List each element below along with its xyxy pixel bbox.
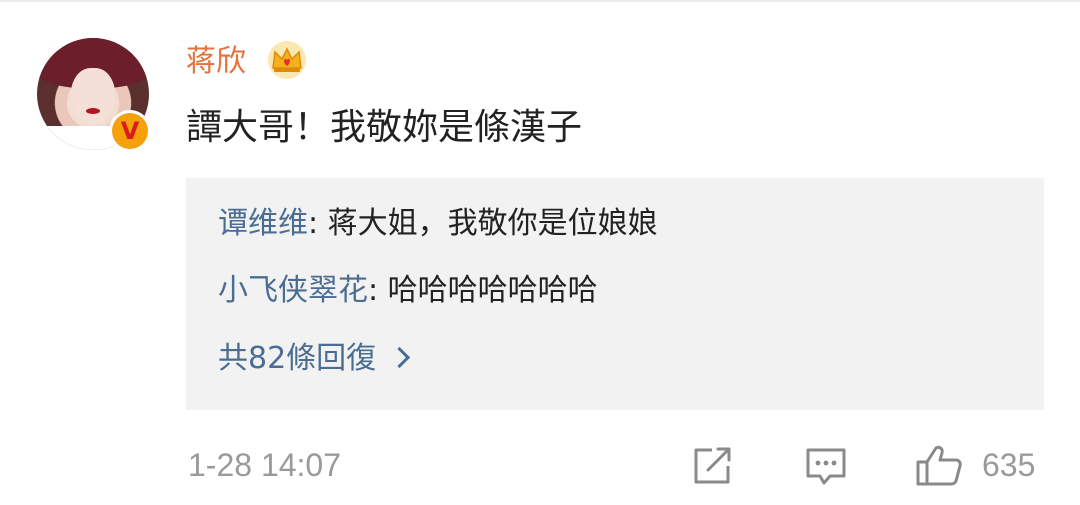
replies-panel[interactable]: 谭维维: 蒋大姐，我敬你是位娘娘 小飞侠翠花: 哈哈哈哈哈哈哈 共82條回復 — [186, 178, 1044, 410]
like-icon[interactable] — [914, 440, 964, 490]
comment-card: V 蒋欣 譚大哥！我敬妳是條漢子 谭维维: 蒋大姐，我敬你是位娘娘 小飞侠翠花:… — [0, 0, 1080, 505]
reply-separator: : — [308, 206, 328, 241]
chevron-right-icon — [389, 346, 411, 369]
crown-icon — [268, 41, 306, 79]
reply-text: 哈哈哈哈哈哈哈 — [387, 273, 598, 308]
reply-item[interactable]: 谭维维: 蒋大姐，我敬你是位娘娘 — [218, 205, 658, 243]
verified-badge-icon: V — [109, 110, 151, 152]
comment-icon[interactable] — [802, 440, 850, 490]
reply-author[interactable]: 谭维维 — [218, 206, 308, 241]
reply-count-label: 共82條回復 — [218, 341, 377, 376]
reply-item[interactable]: 小飞侠翠花: 哈哈哈哈哈哈哈 — [218, 272, 598, 310]
like-count: 635 — [982, 447, 1036, 483]
timestamp: 1-28 14:07 — [188, 447, 342, 483]
comment-text: 譚大哥！我敬妳是條漢子 — [186, 107, 583, 148]
reply-separator: : — [368, 273, 388, 308]
reply-text: 蒋大姐，我敬你是位娘娘 — [327, 206, 658, 241]
reply-author[interactable]: 小飞侠翠花 — [218, 273, 368, 308]
verified-badge-letter: V — [112, 113, 148, 149]
username[interactable]: 蒋欣 — [186, 42, 246, 82]
view-all-replies-link[interactable]: 共82條回復 — [218, 340, 411, 378]
share-icon[interactable] — [688, 440, 736, 490]
